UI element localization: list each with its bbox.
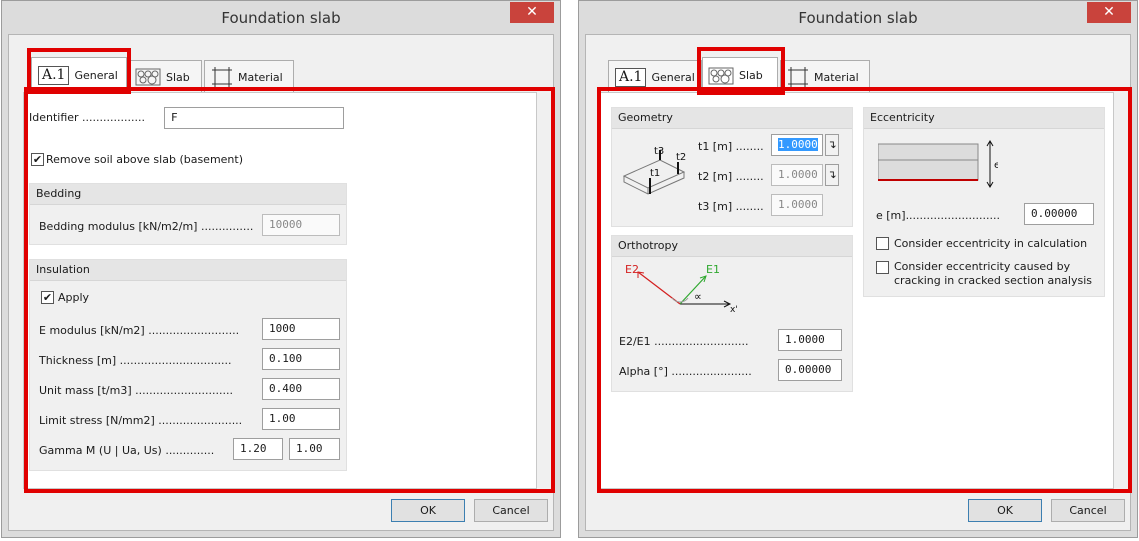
t2-link-button[interactable]: ↴ [825,164,839,186]
close-button[interactable]: ✕ [1087,2,1131,23]
t1-link-button[interactable]: ↴ [825,134,839,156]
consider-calc-label: Consider eccentricity in calculation [894,237,1088,250]
identifier-input[interactable]: F [164,107,344,129]
alpha-input[interactable]: 0.00000 [778,359,842,381]
ok-button[interactable]: OK [391,499,465,522]
tab-general[interactable]: A.1 General [608,60,702,93]
tab-slab-label: Slab [166,70,190,84]
slab-panel: Geometry t3 t2 t1 t1 [m] ........ 1.0000… [600,92,1114,489]
unit-mass-label: Unit mass [t/m3] .......................… [39,384,234,397]
e2-diagram-label: E2 [625,263,639,276]
tab-slab-label: Slab [739,69,763,82]
e-label: e [m]........................... [876,209,1000,222]
tab-material[interactable]: Material [780,60,870,93]
consider-calc-checkbox[interactable] [876,237,889,250]
limit-stress-input[interactable]: 1.00 [262,408,340,430]
slab-icon [708,67,734,84]
e2e1-input[interactable]: 1.0000 [778,329,842,351]
consider-cracking-checkbox[interactable] [876,261,889,274]
tab-material-label: Material [814,70,859,84]
gamma-m-label: Gamma M (U | Ua, Us) .............. [39,444,215,457]
e-input[interactable]: 0.00000 [1024,203,1094,225]
tab-slab[interactable]: Slab [129,60,202,93]
bedding-modulus-input[interactable]: 10000 [262,214,340,236]
e1-diagram-label: E1 [706,263,720,276]
orthotropy-group: Orthotropy E1 E2 ∝ x' E2/E1 ............… [611,235,853,392]
remove-soil-label: Remove soil above slab (basement) [46,153,244,166]
t1-diagram-label: t1 [650,168,660,179]
geometry-title: Geometry [612,108,852,129]
ok-button[interactable]: OK [968,499,1042,522]
remove-soil-checkbox[interactable]: ✔ [31,153,44,166]
t1-label: t1 [m] ........ [698,140,764,153]
t1-value: 1.0000 [778,138,818,151]
bedding-title: Bedding [30,184,346,205]
gamma-m-ua-us-input[interactable]: 1.00 [289,438,340,460]
alpha-diagram-label: ∝ [694,290,702,303]
insulation-group: Insulation ✔ Apply E modulus [kN/m2] ...… [29,259,347,471]
tab-general-label: General [74,69,118,82]
thickness-input[interactable]: 0.100 [262,348,340,370]
gamma-m-u-input[interactable]: 1.20 [233,438,283,460]
t3-label: t3 [m] ........ [698,200,764,213]
tab-slab[interactable]: Slab [702,57,778,93]
t2-input[interactable]: 1.0000 [771,164,823,186]
material-icon [788,67,808,87]
dialog-general: Foundation slab ✕ A.1 General Slab Mater… [1,0,561,538]
slab-geometry-diagram: t3 t2 t1 [622,146,686,195]
t2-label: t2 [m] ........ [698,170,764,183]
general-panel: Identifier .................. F ✔ Remove… [23,92,537,489]
tab-material[interactable]: Material [204,60,294,93]
e2e1-label: E2/E1 ........................... [619,335,749,348]
dialog-client: A.1 General Slab Material Geometry t3 t2… [585,34,1131,531]
title-bar: Foundation slab ✕ [579,1,1137,34]
t3-diagram-label: t3 [654,146,664,157]
identifier-label: Identifier .................. [29,111,145,124]
apply-label: Apply [58,291,90,304]
t1-input[interactable]: 1.0000 [771,134,823,156]
apply-checkbox[interactable]: ✔ [41,291,54,304]
dialog-slab: Foundation slab ✕ A.1 General Slab Mater… [578,0,1138,538]
tab-general-label: General [651,70,695,84]
insulation-title: Insulation [30,260,346,281]
t2-diagram-label: t2 [676,152,686,163]
limit-stress-label: Limit stress [N/mm2] ...................… [39,414,243,427]
slab-icon [135,68,161,86]
e-modulus-input[interactable]: 1000 [262,318,340,340]
eccentricity-title: Eccentricity [864,108,1104,129]
orthotropy-diagram: E1 E2 ∝ x' [625,263,738,314]
alpha-label: Alpha [°] ....................... [619,365,752,378]
e-diagram-label: e [994,160,998,171]
close-button[interactable]: ✕ [510,2,554,23]
unit-mass-input[interactable]: 0.400 [262,378,340,400]
title-bar: Foundation slab ✕ [2,1,560,34]
a1-badge: A.1 [615,67,647,87]
window-title: Foundation slab [221,9,341,27]
window-title: Foundation slab [798,9,918,27]
geometry-group: Geometry t3 t2 t1 t1 [m] ........ 1.0000… [611,107,853,227]
bedding-group: Bedding Bedding modulus [kN/m2/m] ......… [29,183,347,245]
cancel-button[interactable]: Cancel [1051,499,1125,522]
t3-input[interactable]: 1.0000 [771,194,823,216]
tab-material-label: Material [238,70,283,84]
e-modulus-label: E modulus [kN/m2] ......................… [39,324,240,337]
bedding-modulus-label: Bedding modulus [kN/m2/m] ..............… [39,220,254,233]
eccentricity-diagram: e [878,140,998,188]
x-axis-diagram-label: x' [730,305,738,314]
thickness-label: Thickness [m] ..........................… [39,354,232,367]
material-icon [212,67,232,87]
cancel-button[interactable]: Cancel [474,499,548,522]
eccentricity-group: Eccentricity e e [m]....................… [863,107,1105,297]
tab-general[interactable]: A.1 General [31,57,127,93]
a1-badge: A.1 [38,66,70,85]
dialog-client: A.1 General Slab Material Identifier ...… [8,34,554,531]
consider-cracking-label: Consider eccentricity caused by cracking… [894,260,1092,287]
orthotropy-title: Orthotropy [612,236,852,257]
